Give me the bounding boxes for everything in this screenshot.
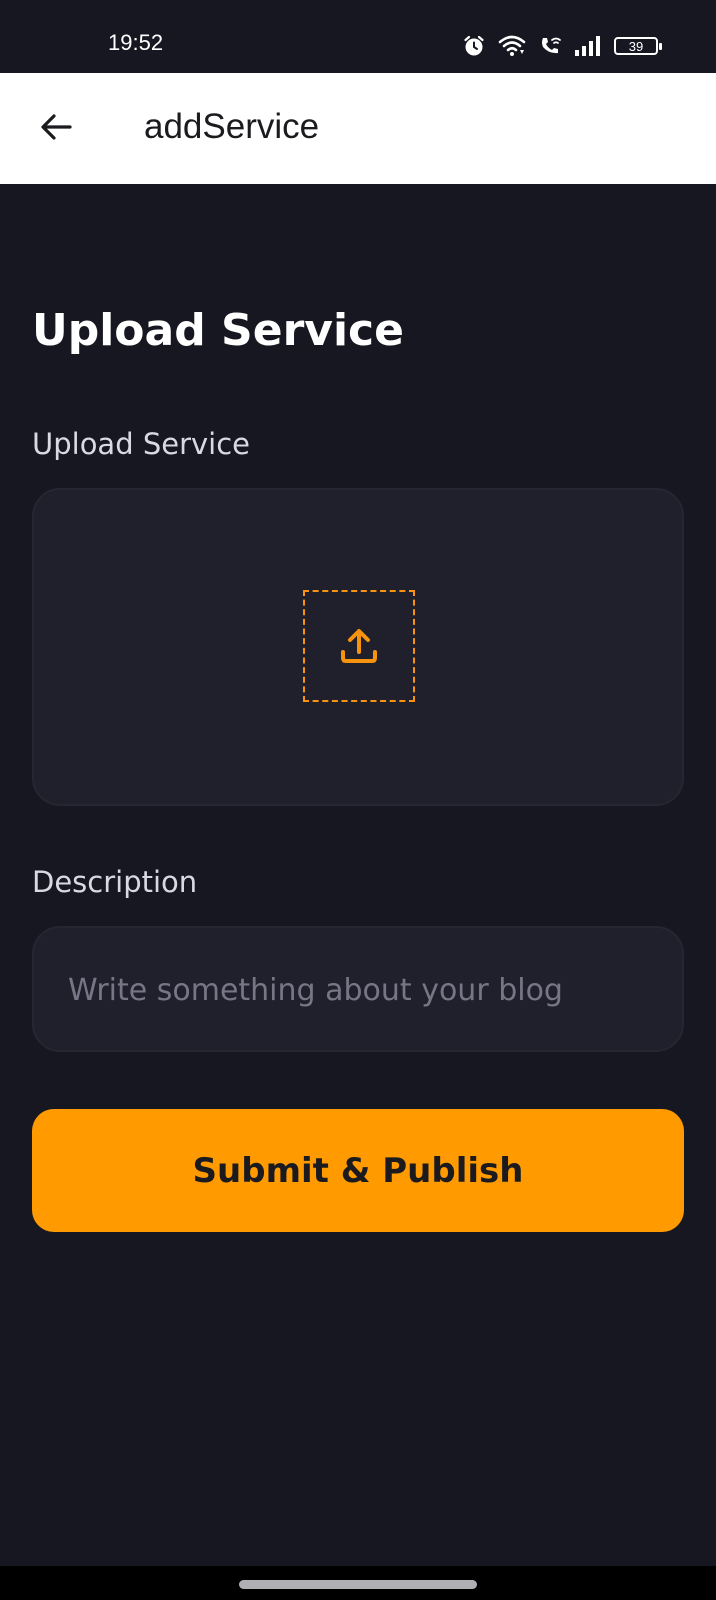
- submit-publish-button[interactable]: Submit & Publish: [32, 1109, 684, 1232]
- app-bar-title: addService: [144, 107, 320, 146]
- upload-button[interactable]: [303, 590, 415, 702]
- status-bar: 19:52 39: [0, 0, 716, 73]
- arrow-left-icon: [41, 114, 72, 140]
- status-icons: 39: [462, 32, 662, 60]
- page-title: Upload Service: [32, 305, 404, 356]
- description-label: Description: [32, 865, 198, 899]
- alarm-icon: [462, 34, 486, 58]
- system-nav-bar: [0, 1566, 716, 1600]
- upload-dropzone[interactable]: [32, 488, 684, 806]
- app-bar: addService: [0, 73, 716, 184]
- signal-icon: [574, 35, 602, 57]
- description-field[interactable]: [32, 926, 684, 1052]
- wifi-icon: [498, 34, 526, 58]
- description-input[interactable]: [66, 928, 650, 1052]
- home-handle[interactable]: [239, 1580, 477, 1589]
- status-time: 19:52: [108, 30, 164, 55]
- battery-icon: 39: [614, 37, 662, 55]
- upload-icon: [341, 629, 377, 663]
- wifi-call-icon: [538, 34, 562, 58]
- back-button[interactable]: [30, 101, 82, 153]
- upload-label: Upload Service: [32, 427, 251, 461]
